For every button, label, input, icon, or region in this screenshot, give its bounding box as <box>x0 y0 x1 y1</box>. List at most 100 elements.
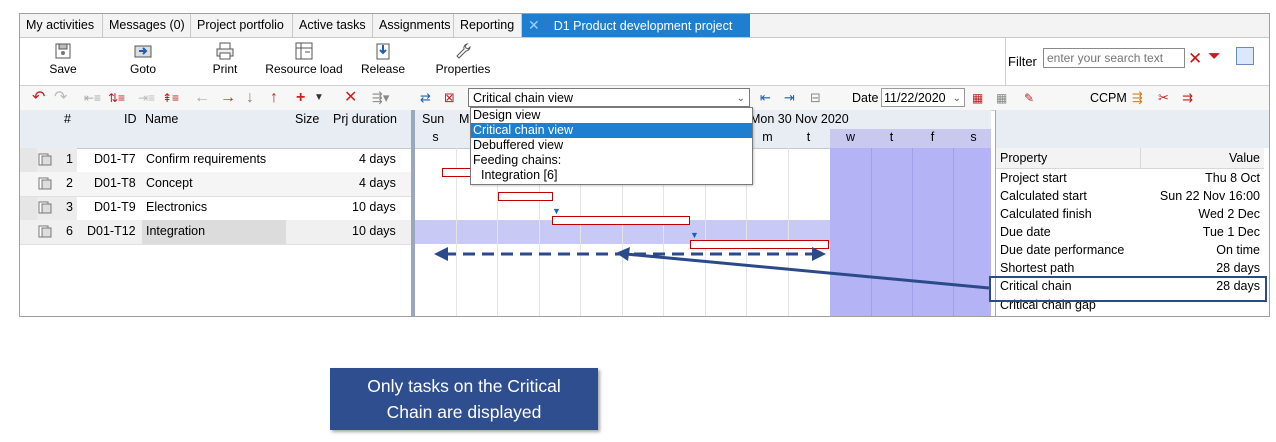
property-value: On time <box>1216 243 1260 257</box>
tab-d1-project[interactable]: ✕ D1 Product development project <box>522 14 750 37</box>
properties-top-area <box>996 110 1269 148</box>
filter-search-input[interactable] <box>1043 48 1185 68</box>
tab-messages[interactable]: Messages (0) <box>103 14 191 37</box>
date-picker[interactable]: 11/22/2020 ⌄ <box>881 88 965 107</box>
day-letter: t <box>889 130 894 144</box>
critical-chain-highlight <box>989 276 1267 302</box>
resource-load-button[interactable]: Resource load <box>264 42 344 76</box>
link-icon[interactable]: ⇥≡ <box>138 88 155 108</box>
property-row[interactable]: Calculated finish Wed 2 Dec <box>996 205 1264 223</box>
properties-header: Property Value <box>996 148 1264 169</box>
row-name[interactable]: Integration <box>142 220 286 244</box>
pencil-icon[interactable]: ✎ <box>1024 88 1034 108</box>
indent-icon[interactable]: ⇅≡ <box>108 88 125 108</box>
col-id-header[interactable]: ID <box>124 112 137 126</box>
arrow-down-icon[interactable]: ↓ <box>246 88 254 108</box>
task-row-icon <box>38 153 52 166</box>
view-option-critical-chain[interactable]: Critical chain view <box>471 123 752 138</box>
property-row[interactable]: Shortest path 28 days <box>996 259 1264 277</box>
ccpm-label: CCPM <box>1090 91 1127 105</box>
row-duration: 10 days <box>352 200 396 214</box>
add-task-icon[interactable]: + <box>296 88 305 108</box>
property-row[interactable]: Calculated start Sun 22 Nov 16:00 <box>996 187 1264 205</box>
tab-my-activities[interactable]: My activities <box>20 14 103 37</box>
dependency-arrow-icon: ▼ <box>690 230 699 240</box>
task-bar-integration[interactable] <box>690 240 829 249</box>
undo-icon[interactable]: ↶ <box>32 88 45 108</box>
delete-icon[interactable]: ✕ <box>344 88 357 108</box>
grid-header: # ID Name Size Prj duration <box>20 110 411 149</box>
release-button[interactable]: Release <box>360 42 406 76</box>
save-icon <box>55 43 71 59</box>
refresh-chain-icon[interactable]: ⇄ <box>420 88 431 108</box>
property-value: Sun 22 Nov 16:00 <box>1159 189 1260 203</box>
property-key: Calculated finish <box>1000 207 1092 221</box>
day-letter: m <box>762 130 773 144</box>
view-option-feeding-chains-header: Feeding chains: <box>473 153 562 167</box>
row-duration: 4 days <box>359 152 396 166</box>
weekend-shade <box>830 148 991 316</box>
col-num-header[interactable]: # <box>64 112 71 126</box>
view-option-integration-chain[interactable]: Integration [6] <box>471 168 752 183</box>
callout-box: Only tasks on the Critical Chain are dis… <box>330 368 598 430</box>
ccpm-add-icon[interactable]: ⇶ <box>1132 88 1143 108</box>
tab-active-tasks[interactable]: Active tasks <box>293 14 373 37</box>
filter-label: Filter <box>1008 54 1037 69</box>
property-row[interactable]: Due date Tue 1 Dec <box>996 223 1264 241</box>
printer-icon <box>216 42 234 60</box>
insert-icon[interactable]: ⇶▾ <box>372 88 389 108</box>
close-tab-icon[interactable]: ✕ <box>528 14 540 37</box>
align-end-icon[interactable]: ⇥ <box>784 88 795 108</box>
header-divider <box>1140 148 1141 168</box>
collapse-icon[interactable]: ⊟ <box>810 88 821 108</box>
arrow-left-icon[interactable]: ← <box>194 88 210 108</box>
resource-load-label: Resource load <box>265 62 343 76</box>
col-duration-header[interactable]: Prj duration <box>333 112 397 126</box>
properties-label: Properties <box>435 62 491 76</box>
table-row[interactable]: 3 D01-T9 Electronics 10 days <box>20 196 411 221</box>
row-id: D01-T12 <box>87 224 136 238</box>
calendar-alt-icon[interactable]: ▦ <box>996 88 1007 108</box>
align-start-icon[interactable]: ⇤ <box>760 88 771 108</box>
col-name-header[interactable]: Name <box>145 112 178 126</box>
task-row-icon <box>38 177 52 190</box>
date-value: 11/22/2020 <box>884 91 946 105</box>
view-option-debuffered[interactable]: Debuffered view <box>471 138 752 153</box>
ccpm-remove-icon[interactable]: ✂ <box>1158 88 1169 108</box>
tab-project-portfolio[interactable]: Project portfolio <box>191 14 293 37</box>
calendar-icon[interactable]: ▦ <box>972 88 983 108</box>
save-button[interactable]: Save <box>48 42 78 76</box>
tab-assignments[interactable]: Assignments <box>373 14 454 37</box>
release-label: Release <box>360 62 406 76</box>
unlink-icon[interactable]: ⇞≡ <box>162 88 179 108</box>
task-bar-electronics[interactable] <box>552 216 690 225</box>
arrow-up-icon[interactable]: ↑ <box>270 88 278 108</box>
table-row[interactable]: 2 D01-T8 Concept 4 days <box>20 172 411 197</box>
redo-icon[interactable]: ↷ <box>54 88 67 108</box>
clear-filter-icon[interactable]: ✕ <box>1188 49 1202 69</box>
hide-tasks-icon[interactable]: ⊠ <box>444 88 455 108</box>
row-name: Electronics <box>146 200 208 214</box>
row-id: D01-T9 <box>94 200 136 214</box>
ccpm-chain-icon[interactable]: ⇉ <box>1182 88 1193 108</box>
table-row[interactable]: 6 D01-T12 Integration 10 days <box>20 220 411 245</box>
goto-button[interactable]: Goto <box>126 42 160 76</box>
task-bar-concept[interactable] <box>498 192 553 201</box>
app-window: My activities Messages (0) Project portf… <box>19 13 1270 317</box>
date-label: Date <box>852 91 879 105</box>
properties-button[interactable]: Properties <box>434 42 492 76</box>
property-row[interactable]: Due date performance On time <box>996 241 1264 259</box>
table-row[interactable]: 1 D01-T7 Confirm requirements 4 days <box>20 148 411 173</box>
property-row[interactable]: Project start Thu 8 Oct <box>996 169 1264 187</box>
add-dropdown-icon[interactable]: ▼ <box>314 88 324 108</box>
filter-funnel-icon[interactable]: ⏷ <box>1208 48 1221 66</box>
search-panel-icon[interactable] <box>1236 47 1254 65</box>
outdent-icon[interactable]: ⇤≡ <box>84 88 101 108</box>
arrow-right-icon[interactable]: → <box>220 88 236 108</box>
view-select[interactable]: Critical chain view ⌄ <box>468 88 750 107</box>
property-value: Thu 8 Oct <box>1205 171 1260 185</box>
print-button[interactable]: Print <box>208 42 242 76</box>
tab-reporting[interactable]: Reporting <box>454 14 522 37</box>
view-option-design[interactable]: Design view <box>471 108 752 123</box>
col-size-header[interactable]: Size <box>295 112 319 126</box>
